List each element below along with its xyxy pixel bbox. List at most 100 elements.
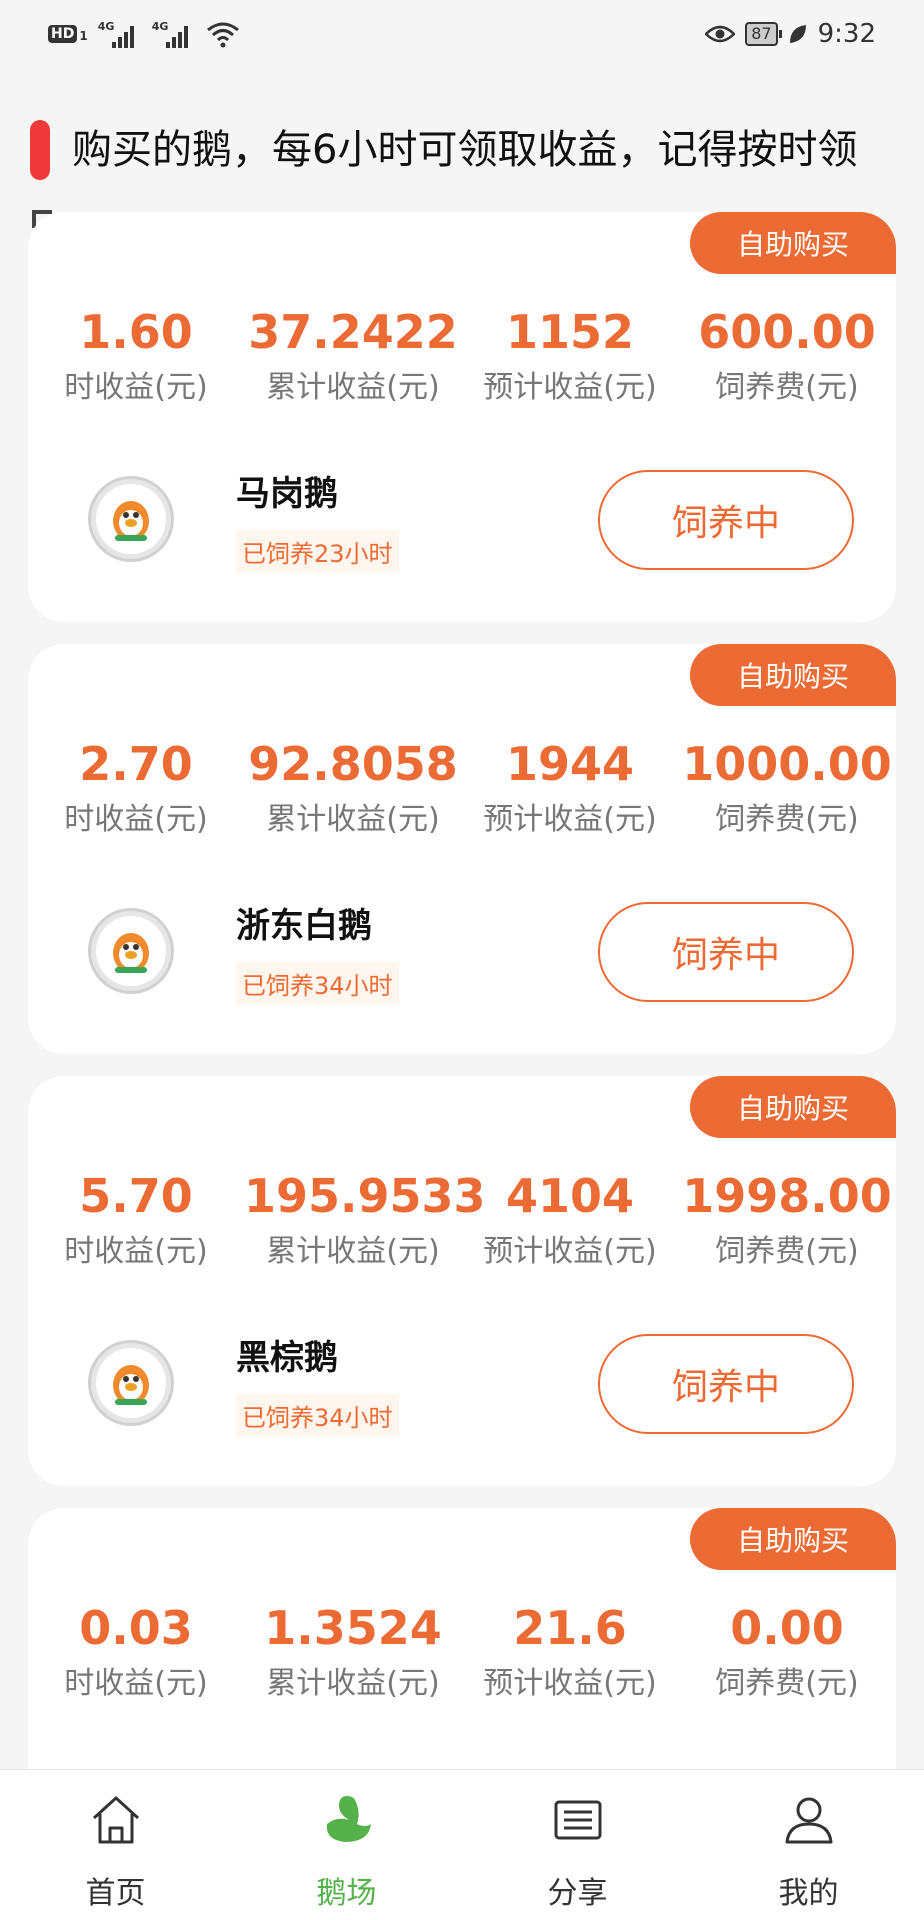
goose-logo-icon xyxy=(113,1365,149,1405)
goose-avatar xyxy=(88,908,174,994)
stat-label: 累计收益(元) xyxy=(266,370,440,405)
tab-goose-farm[interactable]: 鹅场 xyxy=(231,1770,462,1920)
fed-duration: 已饲养34小时 xyxy=(236,962,399,1005)
stat-expected: 4104 预计收益(元) xyxy=(462,1166,678,1272)
stat-value: 5.70 xyxy=(79,1169,193,1223)
stat-value: 1.60 xyxy=(79,305,193,359)
stat-value: 1998.00 xyxy=(682,1169,892,1223)
tab-share[interactable]: 分享 xyxy=(462,1770,693,1920)
stat-value: 21.6 xyxy=(513,1601,627,1655)
stats-row: 5.70 时收益(元) 195.9533 累计收益(元) 4104 预计收益(元) 1… xyxy=(28,1166,896,1272)
stats-row: 0.03 时收益(元) 1.3524 累计收益(元) 21.6 预计收益(元) 0.0… xyxy=(28,1598,896,1704)
self-purchase-tag: 自助购买 xyxy=(690,212,896,274)
stat-value: 195.9533 xyxy=(244,1169,486,1223)
stat-value: 1.3524 xyxy=(264,1601,442,1655)
stat-cumulative: 92.8058 累计收益(元) xyxy=(244,734,462,840)
stat-cumulative: 37.2422 累计收益(元) xyxy=(244,302,462,408)
stat-value: 600.00 xyxy=(698,305,876,359)
stat-value: 1152 xyxy=(505,305,635,359)
stat-hourly: 5.70 时收益(元) xyxy=(28,1166,244,1272)
stats-row: 1.60 时收益(元) 37.2422 累计收益(元) 1152 预计收益(元) 60… xyxy=(28,302,896,408)
stat-value: 0.00 xyxy=(730,1601,844,1655)
tab-mine[interactable]: 我的 xyxy=(693,1770,924,1920)
stat-cumulative: 195.9533 累计收益(元) xyxy=(244,1166,486,1272)
stat-feed-cost: 0.00 饲养费(元) xyxy=(678,1598,896,1704)
stat-value: 1944 xyxy=(505,737,635,791)
feeding-status-button[interactable]: 饲养中 xyxy=(598,902,854,1002)
goose-avatar xyxy=(88,476,174,562)
goose-name: 黑棕鹅 xyxy=(236,1338,338,1378)
feeding-status-button[interactable]: 饲养中 xyxy=(598,470,854,570)
stat-label: 累计收益(元) xyxy=(266,1234,440,1269)
stat-value: 2.70 xyxy=(79,737,193,791)
stat-value: 4104 xyxy=(505,1169,635,1223)
stat-label: 预计收益(元) xyxy=(483,802,657,837)
stat-label: 时收益(元) xyxy=(64,1666,208,1701)
share-ticket-icon xyxy=(554,1800,601,1840)
tab-home[interactable]: 首页 xyxy=(0,1770,231,1920)
clock: 9:32 xyxy=(817,19,876,49)
stat-label: 饲养费(元) xyxy=(715,1234,859,1269)
hd-indicator: HD 1 xyxy=(48,25,88,43)
stat-label: 累计收益(元) xyxy=(266,802,440,837)
user-icon xyxy=(785,1797,832,1844)
notice-banner: 购买的鹅，每6小时可领取收益，记得按时领 xyxy=(30,120,910,180)
stat-label: 时收益(元) xyxy=(64,1234,208,1269)
status-bar: HD 1 4G 4G 87 9:32 xyxy=(0,0,924,68)
stat-expected: 1944 预计收益(元) xyxy=(462,734,678,840)
stats-row: 2.70 时收益(元) 92.8058 累计收益(元) 1944 预计收益(元) 10… xyxy=(28,734,896,840)
stat-label: 预计收益(元) xyxy=(483,370,657,405)
bottom-tab-bar: 首页 鹅场 分享 我的 xyxy=(0,1769,924,1920)
stat-cumulative: 1.3524 累计收益(元) xyxy=(244,1598,462,1704)
goose-name: 浙东白鹅 xyxy=(236,906,372,946)
goose-card: 自助购买 1.60 时收益(元) 37.2422 累计收益(元) 1152 预计收益(… xyxy=(28,212,896,622)
hd-sub-label: 1 xyxy=(79,29,88,43)
tab-mine-label: 我的 xyxy=(778,1876,839,1911)
tab-share-label: 分享 xyxy=(547,1876,608,1911)
signal-icon: 4G xyxy=(98,20,142,48)
stat-hourly: 2.70 时收益(元) xyxy=(28,734,244,840)
goose-logo-icon xyxy=(113,501,149,541)
goose-avatar xyxy=(88,1340,174,1426)
feeding-status-button[interactable]: 饲养中 xyxy=(598,1334,854,1434)
stat-hourly: 0.03 时收益(元) xyxy=(28,1598,244,1704)
stat-label: 时收益(元) xyxy=(64,370,208,405)
goose-icon xyxy=(326,1796,371,1842)
notice-accent-bar xyxy=(30,120,50,180)
goose-card: 自助购买 5.70 时收益(元) 195.9533 累计收益(元) 4104 预计收益… xyxy=(28,1076,896,1486)
status-left: HD 1 4G 4G xyxy=(48,18,240,50)
signal-icon-2: 4G xyxy=(152,20,196,48)
eye-icon xyxy=(705,25,736,43)
self-purchase-tag: 自助购买 xyxy=(690,1076,896,1138)
notice-text: 购买的鹅，每6小时可领取收益，记得按时领 xyxy=(72,127,858,173)
stat-label: 饲养费(元) xyxy=(715,1666,859,1701)
fed-duration: 已饲养34小时 xyxy=(236,1394,399,1437)
stat-feed-cost: 1998.00 饲养费(元) xyxy=(678,1166,896,1272)
fed-duration: 已饲养23小时 xyxy=(236,530,399,573)
goose-logo-icon xyxy=(113,933,149,973)
goose-card: 自助购买 2.70 时收益(元) 92.8058 累计收益(元) 1944 预计收益(… xyxy=(28,644,896,1054)
tab-home-label: 首页 xyxy=(85,1876,146,1911)
wifi-icon xyxy=(206,22,239,48)
tab-goose-farm-label: 鹅场 xyxy=(316,1876,377,1911)
stat-value: 1000.00 xyxy=(682,737,892,791)
stat-value: 37.2422 xyxy=(248,305,458,359)
stat-expected: 21.6 预计收益(元) xyxy=(462,1598,678,1704)
stat-label: 累计收益(元) xyxy=(266,1666,440,1701)
stat-label: 预计收益(元) xyxy=(483,1234,657,1269)
home-icon xyxy=(92,1796,139,1844)
stat-expected: 1152 预计收益(元) xyxy=(462,302,678,408)
stat-label: 时收益(元) xyxy=(64,802,208,837)
hd-label: HD xyxy=(48,25,78,43)
stat-feed-cost: 1000.00 饲养费(元) xyxy=(678,734,896,840)
stat-feed-cost: 600.00 饲养费(元) xyxy=(678,302,896,408)
self-purchase-tag: 自助购买 xyxy=(690,1508,896,1570)
stat-value: 92.8058 xyxy=(248,737,458,791)
stat-hourly: 1.60 时收益(元) xyxy=(28,302,244,408)
stat-label: 饲养费(元) xyxy=(715,802,859,837)
stat-label: 预计收益(元) xyxy=(483,1666,657,1701)
goose-name: 马岗鹅 xyxy=(236,474,338,514)
stat-label: 饲养费(元) xyxy=(715,370,859,405)
battery-indicator: 87 xyxy=(745,22,783,46)
leaf-icon xyxy=(789,25,806,43)
